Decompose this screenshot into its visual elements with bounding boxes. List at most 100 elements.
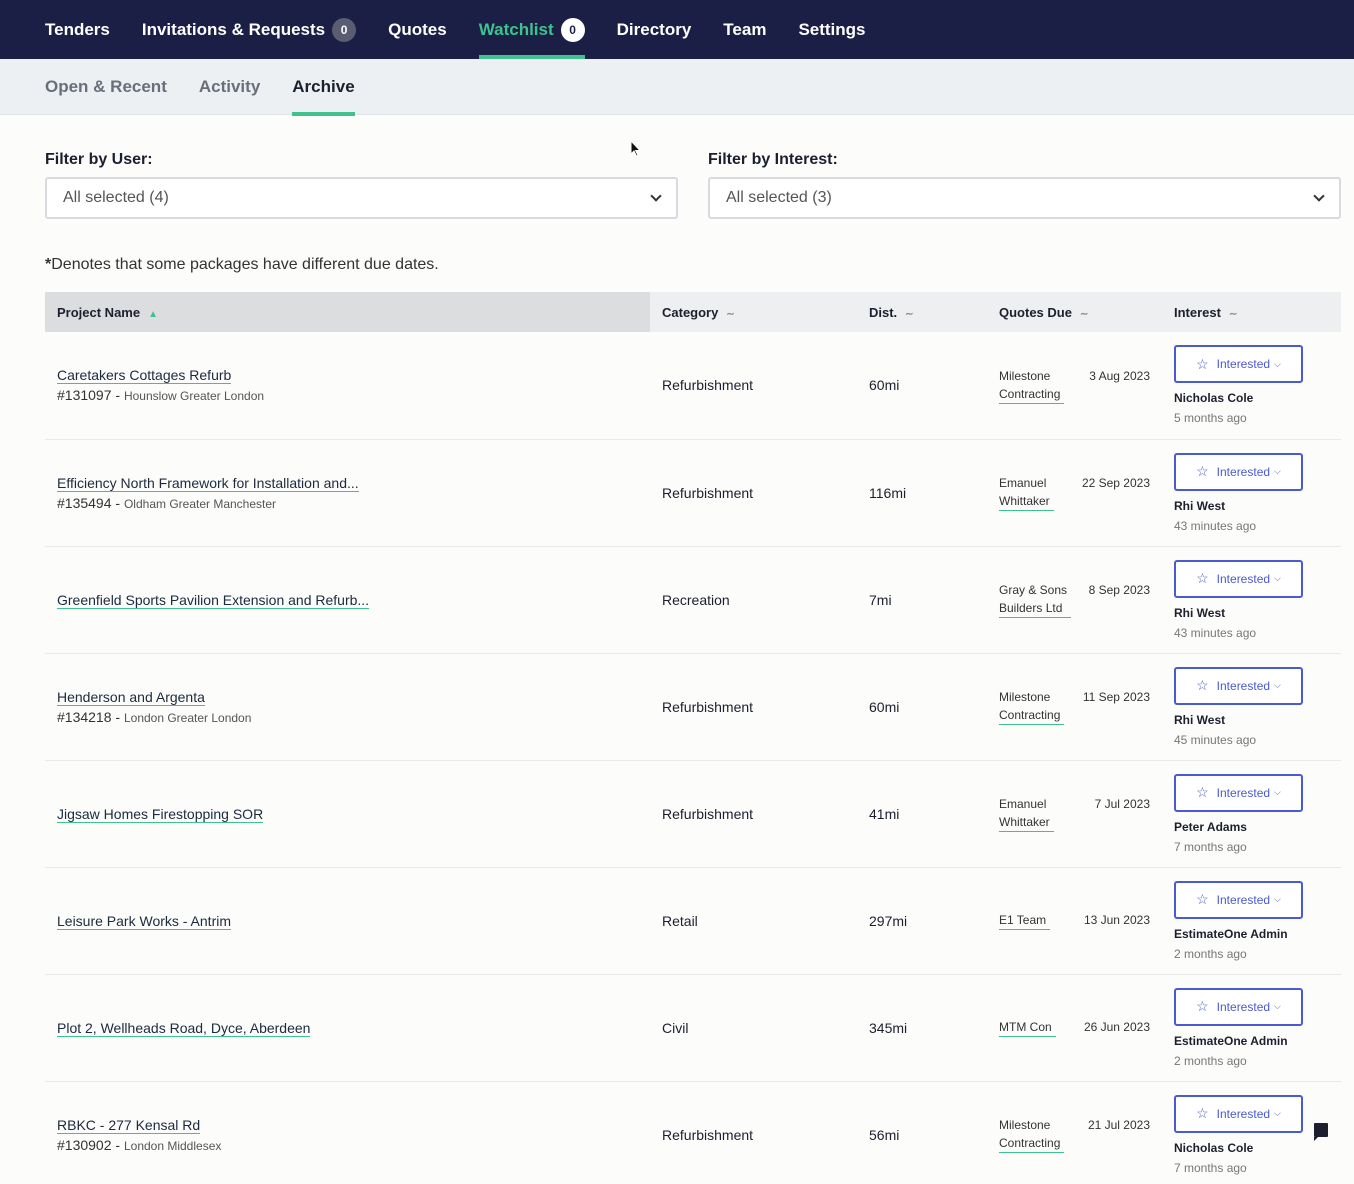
- chevron-down-icon: ⌵: [1274, 894, 1281, 904]
- interest-dropdown-button[interactable]: ☆ Interested ⌵: [1174, 452, 1303, 491]
- interest-user: Nicholas Cole: [1174, 1140, 1254, 1155]
- nav-item-team[interactable]: Team: [723, 0, 766, 59]
- filter-user-label: Filter by User:: [45, 151, 153, 168]
- interest-time: 7 months ago: [1174, 1160, 1247, 1175]
- project-location: London Middlesex: [123, 1138, 222, 1153]
- user-select[interactable]: All selected (4): [45, 177, 678, 219]
- interest-dropdown-button[interactable]: ☆ Interested ⌵: [1174, 1094, 1303, 1133]
- interest-cell: ☆ Interested ⌵ Rhi West 43 minutes ago: [1162, 546, 1341, 653]
- interest-select-value: All selected (3): [726, 189, 832, 206]
- builder-link[interactable]: E1 Team: [999, 911, 1051, 930]
- project-link[interactable]: Leisure Park Works - Antrim: [57, 912, 232, 930]
- interest-dropdown-button[interactable]: ☆ Interested ⌵: [1174, 345, 1303, 384]
- interest-dropdown-button[interactable]: ☆ Interested ⌵: [1174, 880, 1303, 919]
- interest-dropdown-button[interactable]: ☆ Interested ⌵: [1174, 773, 1303, 812]
- chevron-down-icon: ⌵: [1274, 1001, 1281, 1011]
- sort-ascending-icon: ▲: [148, 308, 158, 320]
- builder-link[interactable]: Emanuel Whittaker: [999, 795, 1054, 832]
- header-interest[interactable]: Interest ∼: [1162, 292, 1341, 332]
- interest-user: Rhi West: [1174, 498, 1226, 513]
- project-meta: #131097 - Hounslow Greater London: [57, 387, 650, 403]
- project-link[interactable]: Plot 2, Wellheads Road, Dyce, Aberdeen: [57, 1019, 311, 1037]
- nav-item-label: Watchlist: [478, 19, 554, 39]
- distance-cell: 56mi: [869, 1126, 900, 1143]
- star-icon: ☆: [1196, 784, 1209, 800]
- interest-user: Nicholas Cole: [1174, 391, 1254, 406]
- header-distance[interactable]: Dist. ∼: [857, 292, 987, 332]
- distance-cell: 345mi: [869, 1019, 908, 1036]
- project-cell: Jigsaw Homes Firestopping SOR: [45, 760, 650, 867]
- table-header-row: Project Name ▲ Category ∼ Dist. ∼ Quotes Du…: [45, 292, 1341, 332]
- interest-user: Peter Adams: [1174, 819, 1247, 834]
- project-link[interactable]: Jigsaw Homes Firestopping SOR: [57, 805, 264, 823]
- nav-item-quotes[interactable]: Quotes: [388, 0, 447, 59]
- builder-link[interactable]: Emanuel Whittaker: [999, 474, 1054, 511]
- due-date: 21 Jul 2023: [1087, 1118, 1150, 1132]
- project-id: #130902: [57, 1136, 112, 1153]
- interest-time: 43 minutes ago: [1174, 625, 1257, 640]
- separator: -: [111, 494, 124, 511]
- nav-item-invitations-requests[interactable]: Invitations & Requests 0: [142, 0, 357, 59]
- tab-open-recent[interactable]: Open & Recent: [45, 59, 167, 115]
- chat-icon[interactable]: [1314, 1123, 1328, 1141]
- header-project-name[interactable]: Project Name ▲: [45, 292, 650, 332]
- project-location: Hounslow Greater London: [123, 389, 265, 404]
- category-cell: Refurbishment: [662, 698, 754, 715]
- interest-user: Rhi West: [1174, 712, 1226, 727]
- distance-cell: 60mi: [869, 698, 900, 715]
- mouse-cursor-icon: [630, 140, 642, 157]
- star-icon: ☆: [1196, 891, 1209, 907]
- quotes-due-cell: Milestone Contracting 11 Sep 2023: [987, 653, 1162, 760]
- tab-archive[interactable]: Archive: [292, 59, 356, 116]
- chevron-down-icon: ⌵: [1274, 787, 1281, 797]
- project-link[interactable]: RBKC - 277 Kensal Rd: [57, 1116, 201, 1134]
- chevron-down-icon: ⌵: [1274, 573, 1281, 583]
- table-row: Leisure Park Works - Antrim Retail 297mi…: [45, 867, 1341, 974]
- tab-activity[interactable]: Activity: [199, 59, 260, 115]
- project-location: London Greater London: [123, 710, 252, 725]
- builder-link[interactable]: Milestone Contracting: [999, 688, 1065, 725]
- quotes-due-cell: Milestone Contracting 21 Jul 2023: [987, 1081, 1162, 1184]
- interest-time: 43 minutes ago: [1174, 518, 1257, 533]
- builder-link[interactable]: Gray & Sons Builders Ltd: [999, 581, 1072, 618]
- project-link[interactable]: Greenfield Sports Pavilion Extension and…: [57, 591, 370, 609]
- interest-dropdown-button[interactable]: ☆ Interested ⌵: [1174, 987, 1303, 1026]
- sort-icon: ∼: [1228, 308, 1238, 320]
- builder-link[interactable]: MTM Con: [999, 1018, 1056, 1037]
- count-badge: 0: [560, 17, 585, 42]
- interest-time: 7 months ago: [1174, 839, 1247, 854]
- project-link[interactable]: Caretakers Cottages Refurb: [57, 367, 232, 385]
- project-meta: #134218 - London Greater London: [57, 709, 650, 725]
- nav-item-label: Team: [723, 19, 767, 39]
- interest-cell: ☆ Interested ⌵ Peter Adams 7 months ago: [1162, 760, 1341, 867]
- project-meta: #135494 - Oldham Greater Manchester: [57, 495, 650, 511]
- interest-select[interactable]: All selected (3): [708, 177, 1341, 219]
- category-cell: Civil: [662, 1019, 689, 1036]
- interest-dropdown-button[interactable]: ☆ Interested ⌵: [1174, 559, 1303, 598]
- builder-link[interactable]: Milestone Contracting: [999, 367, 1065, 404]
- header-category[interactable]: Category ∼: [650, 292, 857, 332]
- nav-item-tenders[interactable]: Tenders: [45, 0, 110, 59]
- builder-link[interactable]: Milestone Contracting: [999, 1116, 1065, 1153]
- nav-item-label: Directory: [616, 19, 692, 39]
- interest-label: Interested: [1216, 571, 1271, 586]
- nav-item-settings[interactable]: Settings: [798, 0, 865, 59]
- separator: -: [111, 1136, 124, 1153]
- interest-time: 2 months ago: [1174, 1053, 1247, 1068]
- interest-dropdown-button[interactable]: ☆ Interested ⌵: [1174, 666, 1303, 705]
- project-link[interactable]: Efficiency North Framework for Installat…: [57, 474, 359, 492]
- chevron-down-icon: ⌵: [1274, 358, 1281, 369]
- project-cell: RBKC - 277 Kensal Rd #130902 - London Mid…: [45, 1081, 650, 1184]
- interest-label: Interested: [1216, 678, 1271, 693]
- interest-cell: ☆ Interested ⌵ Rhi West 43 minutes ago: [1162, 439, 1341, 546]
- nav-item-directory[interactable]: Directory: [617, 0, 692, 59]
- header-quotes-due[interactable]: Quotes Due ∼: [987, 292, 1162, 332]
- note-text: Denotes that some packages have differen…: [51, 256, 439, 273]
- table-row: Greenfield Sports Pavilion Extension and…: [45, 546, 1341, 653]
- category-cell: Refurbishment: [662, 1126, 754, 1143]
- nav-item-watchlist[interactable]: Watchlist 0: [478, 0, 585, 59]
- interest-cell: ☆ Interested ⌵ Rhi West 45 minutes ago: [1162, 653, 1341, 760]
- table-row: Henderson and Argenta #134218 - London Gr…: [45, 653, 1341, 760]
- due-date: 26 Jun 2023: [1083, 1020, 1150, 1034]
- project-link[interactable]: Henderson and Argenta: [57, 688, 205, 706]
